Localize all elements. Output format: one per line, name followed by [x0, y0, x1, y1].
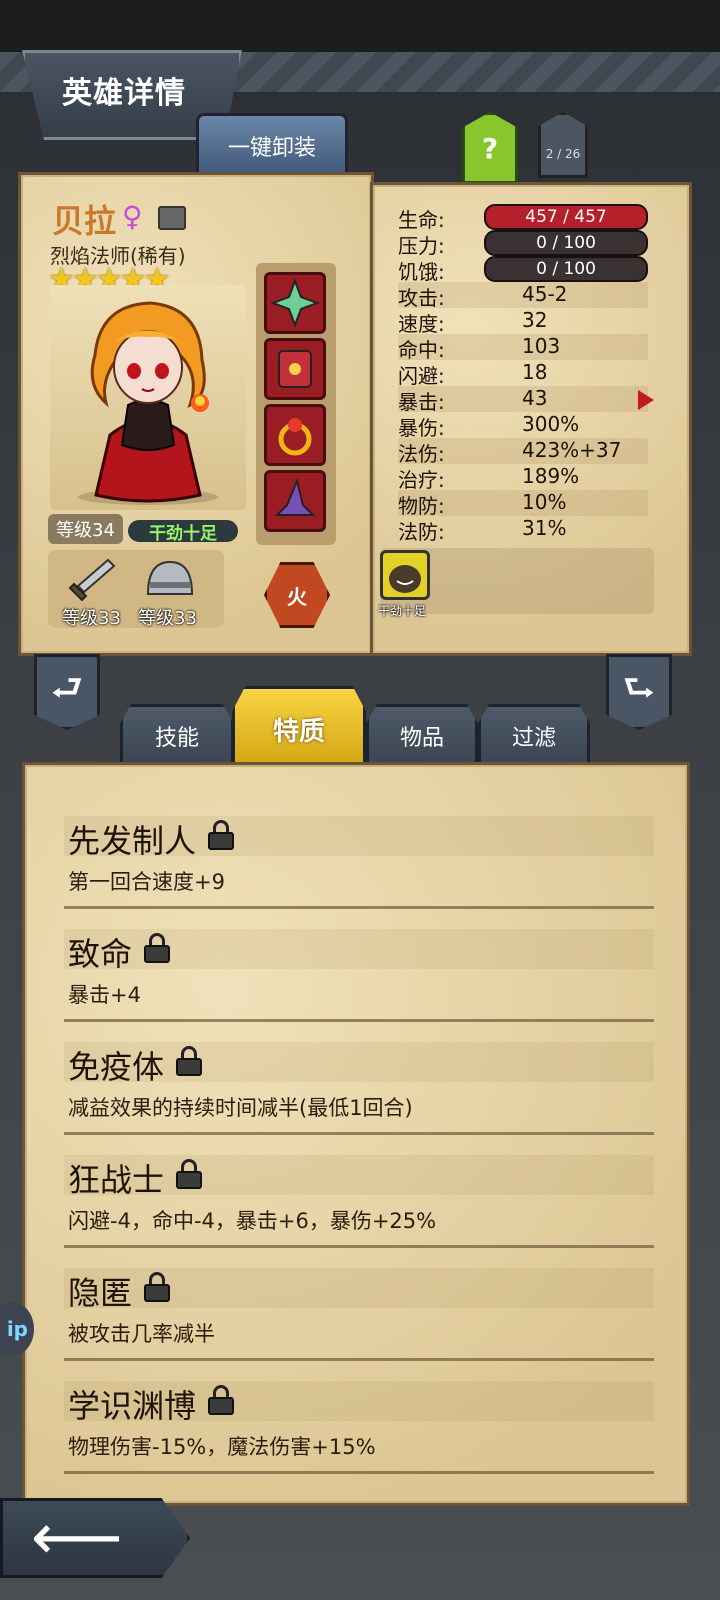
stat-value: 45-2: [522, 282, 568, 306]
stat-row: 攻击: 45-2: [398, 282, 648, 310]
divider: [64, 1471, 654, 1474]
stat-value: 18: [522, 360, 548, 384]
stat-row: 法伤: 423%+37: [398, 438, 648, 466]
divider: [64, 1245, 654, 1248]
stat-value: 457 / 457: [484, 204, 648, 230]
stat-label: 物防:: [398, 494, 445, 518]
hero-page-indicator: 2 / 26: [538, 112, 588, 178]
stat-row: 暴伤: 300%: [398, 412, 648, 440]
trait-name: 狂战士: [68, 1161, 165, 1199]
status-effect-label: 干劲十足: [378, 604, 427, 618]
lock-icon: [176, 1159, 202, 1189]
stat-label: 饥饿:: [398, 260, 445, 284]
divider: [64, 1019, 654, 1022]
stat-label: 压力:: [398, 234, 445, 258]
trait-name: 致命: [68, 935, 133, 973]
stat-value: 103: [522, 334, 561, 358]
stat-row: 治疗: 189%: [398, 464, 648, 492]
trait-name: 学识渊博: [68, 1387, 197, 1425]
stat-label: 命中:: [398, 338, 445, 362]
trait-description: 第一回合速度+9: [68, 870, 225, 894]
stat-label: 治疗:: [398, 468, 445, 492]
stat-value: 189%: [522, 464, 580, 488]
stat-label: 生命:: [398, 208, 445, 232]
spellbook-icon[interactable]: [264, 338, 326, 400]
sword-icon[interactable]: [64, 556, 118, 604]
witch-hat-icon[interactable]: [264, 470, 326, 532]
lock-icon: [208, 820, 234, 850]
stat-row: 法防: 31%: [398, 516, 648, 544]
female-icon: ♀: [122, 200, 143, 233]
divider: [64, 1358, 654, 1361]
back-arrow-icon[interactable]: ⟵: [0, 1498, 190, 1578]
stat-value: 0 / 100: [484, 230, 648, 256]
stat-value: 423%+37: [522, 438, 622, 462]
stat-label: 暴伤:: [398, 416, 445, 440]
prev-hero-arrow-icon[interactable]: ⮐: [34, 654, 100, 730]
trait-item[interactable]: 隐匿 被攻击几率减半: [48, 1268, 654, 1380]
stat-row: 饥饿: 0 / 100: [398, 256, 648, 284]
stat-value: 31%: [522, 516, 567, 540]
stat-value: 10%: [522, 490, 567, 514]
stat-label: 闪避:: [398, 364, 445, 388]
lock-icon: [176, 1046, 202, 1076]
trait-name: 隐匿: [68, 1274, 133, 1312]
stat-label: 法伤:: [398, 442, 445, 466]
trait-item[interactable]: 致命暴击+4: [48, 929, 654, 1041]
divider: [64, 906, 654, 909]
lock-icon: [144, 1272, 170, 1302]
trait-description: 闪避-4，命中-4，暴击+6，暴伤+25%: [68, 1209, 437, 1233]
shuriken-icon[interactable]: [264, 272, 326, 334]
stat-label: 速度:: [398, 312, 445, 336]
unequip-all-button[interactable]: 一键卸装: [196, 113, 348, 179]
edit-name-icon[interactable]: [158, 206, 186, 230]
armor-level: 等级33: [138, 608, 197, 629]
hero-portrait: [50, 285, 246, 510]
status-bar: [0, 0, 720, 52]
stat-value: 300%: [522, 412, 580, 436]
expand-stats-arrow-icon[interactable]: [638, 390, 654, 410]
stat-row: 物防: 10%: [398, 490, 648, 518]
tab-items[interactable]: 物品: [366, 704, 478, 768]
trait-item[interactable]: 狂战士闪避-4，命中-4，暴击+6，暴伤+25%: [48, 1155, 654, 1267]
trait-description: 暴击+4: [68, 983, 141, 1007]
stat-row: 压力: 0 / 100: [398, 230, 648, 258]
lock-icon: [208, 1385, 234, 1415]
trait-description: 物理伤害-15%，魔法伤害+15%: [68, 1435, 376, 1459]
weapon-level: 等级33: [62, 608, 121, 629]
trait-item[interactable]: 先发制人第一回合速度+9: [48, 816, 654, 928]
help-button[interactable]: ?: [462, 112, 518, 184]
tab-skills[interactable]: 技能: [120, 704, 234, 768]
ring-icon[interactable]: [264, 404, 326, 466]
lock-icon: [144, 933, 170, 963]
hero-name: 贝拉: [52, 202, 117, 240]
trait-description: 被攻击几率减半: [68, 1322, 215, 1346]
stat-label: 法防:: [398, 520, 445, 544]
stat-label: 暴击:: [398, 390, 445, 414]
trait-item[interactable]: 学识渊博物理伤害-15%，魔法伤害+15%: [48, 1381, 654, 1493]
tab-filter[interactable]: 过滤: [478, 704, 590, 768]
stat-row: 暴击: 43: [398, 386, 648, 414]
hero-status-badge: 干劲十足: [128, 520, 238, 544]
stat-label: 攻击:: [398, 286, 445, 310]
stat-value: 0 / 100: [484, 256, 648, 282]
stat-value: 32: [522, 308, 548, 332]
smiling-blob-icon[interactable]: [380, 550, 430, 600]
trait-name: 先发制人: [68, 822, 197, 860]
page-title: 英雄详情: [62, 76, 186, 111]
hero-level: 等级34: [48, 514, 123, 544]
stat-row: 生命: 457 / 457: [398, 204, 648, 232]
stat-row: 速度: 32: [398, 308, 648, 336]
stat-value: 43: [522, 386, 548, 410]
trait-item[interactable]: 免疫体减益效果的持续时间减半(最低1回合): [48, 1042, 654, 1154]
helmet-icon[interactable]: [140, 556, 200, 604]
trait-description: 减益效果的持续时间减半(最低1回合): [68, 1096, 413, 1120]
stat-row: 命中: 103: [398, 334, 648, 362]
stat-row: 闪避: 18: [398, 360, 648, 388]
fire-mage-portrait-icon: [78, 301, 218, 505]
divider: [64, 1132, 654, 1135]
next-hero-arrow-icon[interactable]: ⮑: [606, 654, 672, 730]
tab-traits[interactable]: 特质: [232, 686, 366, 772]
trait-name: 免疫体: [68, 1048, 165, 1086]
